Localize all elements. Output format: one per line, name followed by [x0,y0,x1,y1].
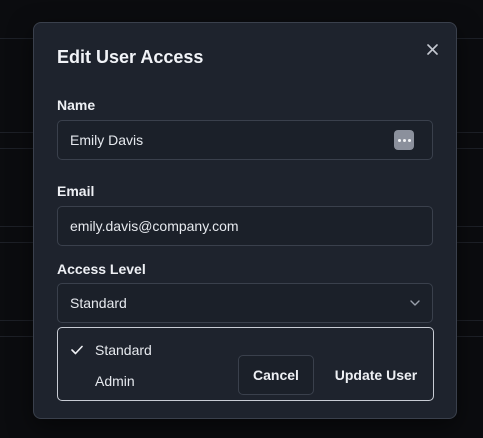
name-input[interactable] [57,120,433,160]
edit-user-dialog: Edit User Access Name Email Access Level… [33,22,457,419]
option-admin[interactable]: Admin [59,367,229,395]
dialog-title: Edit User Access [57,47,204,67]
password-manager-icon[interactable] [394,130,414,150]
check-icon [71,345,83,355]
close-button[interactable] [422,39,442,59]
name-label: Name [57,97,96,113]
access-level-selected-value: Standard [70,295,127,311]
close-icon [426,43,438,55]
email-input[interactable] [57,206,433,246]
option-label: Admin [95,373,135,389]
email-label: Email [57,183,95,199]
cancel-button[interactable]: Cancel [238,355,314,395]
access-level-label: Access Level [57,261,146,277]
update-user-button[interactable]: Update User [326,355,426,395]
chevron-down-icon [410,300,420,306]
access-level-select[interactable]: Standard [57,283,433,323]
ellipsis-icon [397,138,411,142]
option-standard[interactable]: Standard [59,336,229,364]
option-label: Standard [95,342,152,358]
